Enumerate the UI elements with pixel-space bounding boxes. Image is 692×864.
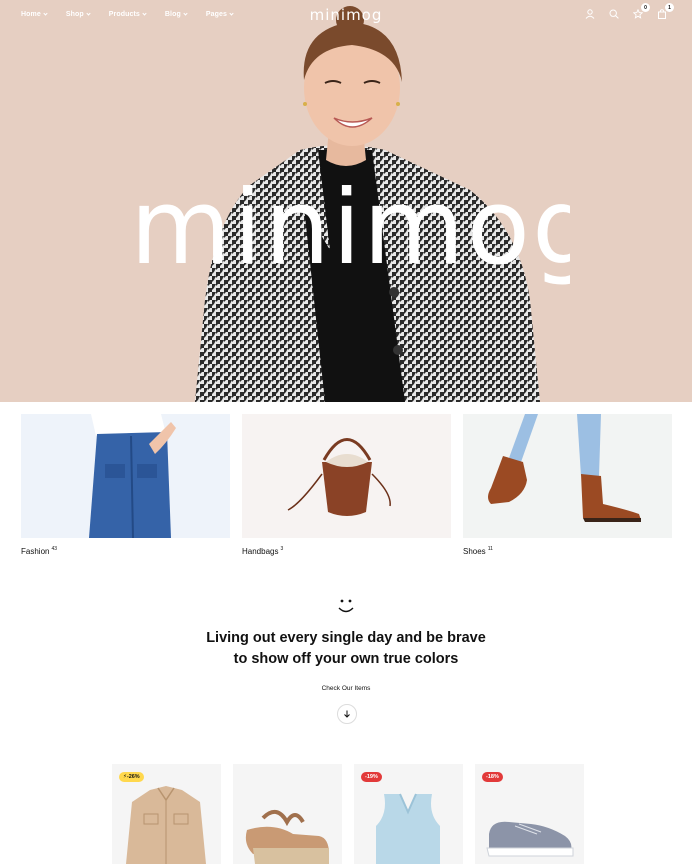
- cart-count-badge: 1: [665, 3, 674, 12]
- nav-blog-label: Blog: [164, 10, 181, 18]
- arrow-down-icon: [344, 710, 350, 718]
- category-label[interactable]: Shoes 11: [463, 546, 672, 556]
- category-image-handbags[interactable]: [242, 414, 451, 538]
- product-card[interactable]: -19%: [354, 764, 463, 864]
- category-image-fashion[interactable]: [21, 414, 230, 538]
- product-image-jacket[interactable]: [112, 764, 221, 864]
- nav-home[interactable]: Home: [21, 10, 48, 18]
- cart-button[interactable]: 1: [656, 3, 674, 20]
- nav-shop-label: Shop: [65, 10, 84, 18]
- hero-banner: minimog Home Shop Products Blog Pages mi…: [0, 0, 692, 402]
- category-name: Handbags: [242, 547, 279, 556]
- hero-wordmark: minimog: [130, 185, 570, 288]
- brand-tagline: Living out every single day and be brave…: [0, 628, 692, 670]
- svg-text:minimog: minimog: [130, 185, 570, 288]
- chevron-down-icon: [86, 10, 91, 16]
- nav-home-label: Home: [21, 10, 41, 18]
- nav-blog[interactable]: Blog: [164, 10, 188, 18]
- wishlist-count-badge: 0: [641, 3, 650, 12]
- chevron-down-icon: [43, 10, 48, 16]
- product-image-sandal[interactable]: [233, 764, 342, 864]
- main-navigation: Home Shop Products Blog Pages minimog 0 …: [0, 0, 692, 28]
- tagline-line-2: to show off your own true colors: [233, 651, 459, 667]
- category-card-shoes[interactable]: Shoes 11: [463, 414, 672, 556]
- category-count: 3: [280, 546, 284, 552]
- category-name: Fashion: [21, 547, 50, 556]
- category-grid: Fashion 43 Handbags 3 Shoes 11: [21, 414, 673, 556]
- category-label[interactable]: Handbags 3: [242, 546, 451, 556]
- chevron-down-icon: [229, 10, 234, 16]
- nav-pages[interactable]: Pages: [205, 10, 234, 18]
- product-grid: ⚡-26% -19% -18%: [112, 764, 584, 864]
- category-count: 11: [487, 546, 493, 552]
- category-image-shoes[interactable]: [463, 414, 672, 538]
- nav-shop[interactable]: Shop: [65, 10, 91, 18]
- category-name: Shoes: [463, 547, 486, 556]
- product-card[interactable]: -18%: [475, 764, 584, 864]
- nav-products[interactable]: Products: [108, 10, 147, 18]
- tagline-line-1: Living out every single day and be brave: [206, 630, 486, 646]
- chevron-down-icon: [142, 10, 147, 16]
- category-count: 43: [51, 546, 58, 552]
- check-items-link[interactable]: Check Our Items: [0, 685, 692, 692]
- category-card-fashion[interactable]: Fashion 43: [21, 414, 230, 556]
- category-card-handbags[interactable]: Handbags 3: [242, 414, 451, 556]
- product-card[interactable]: ⚡-26%: [112, 764, 221, 864]
- product-image-sneaker[interactable]: [475, 764, 584, 864]
- wishlist-button[interactable]: 0: [632, 3, 650, 20]
- search-icon[interactable]: [608, 8, 620, 20]
- smile-icon: [338, 599, 354, 613]
- scroll-down-button[interactable]: [337, 704, 357, 724]
- user-icon[interactable]: [584, 8, 596, 20]
- product-image-vest[interactable]: [354, 764, 463, 864]
- chevron-down-icon: [183, 10, 188, 16]
- nav-products-label: Products: [108, 10, 140, 18]
- category-label[interactable]: Fashion 43: [21, 546, 230, 556]
- product-card[interactable]: [233, 764, 342, 864]
- nav-pages-label: Pages: [205, 10, 227, 18]
- site-logo[interactable]: minimog: [310, 6, 383, 24]
